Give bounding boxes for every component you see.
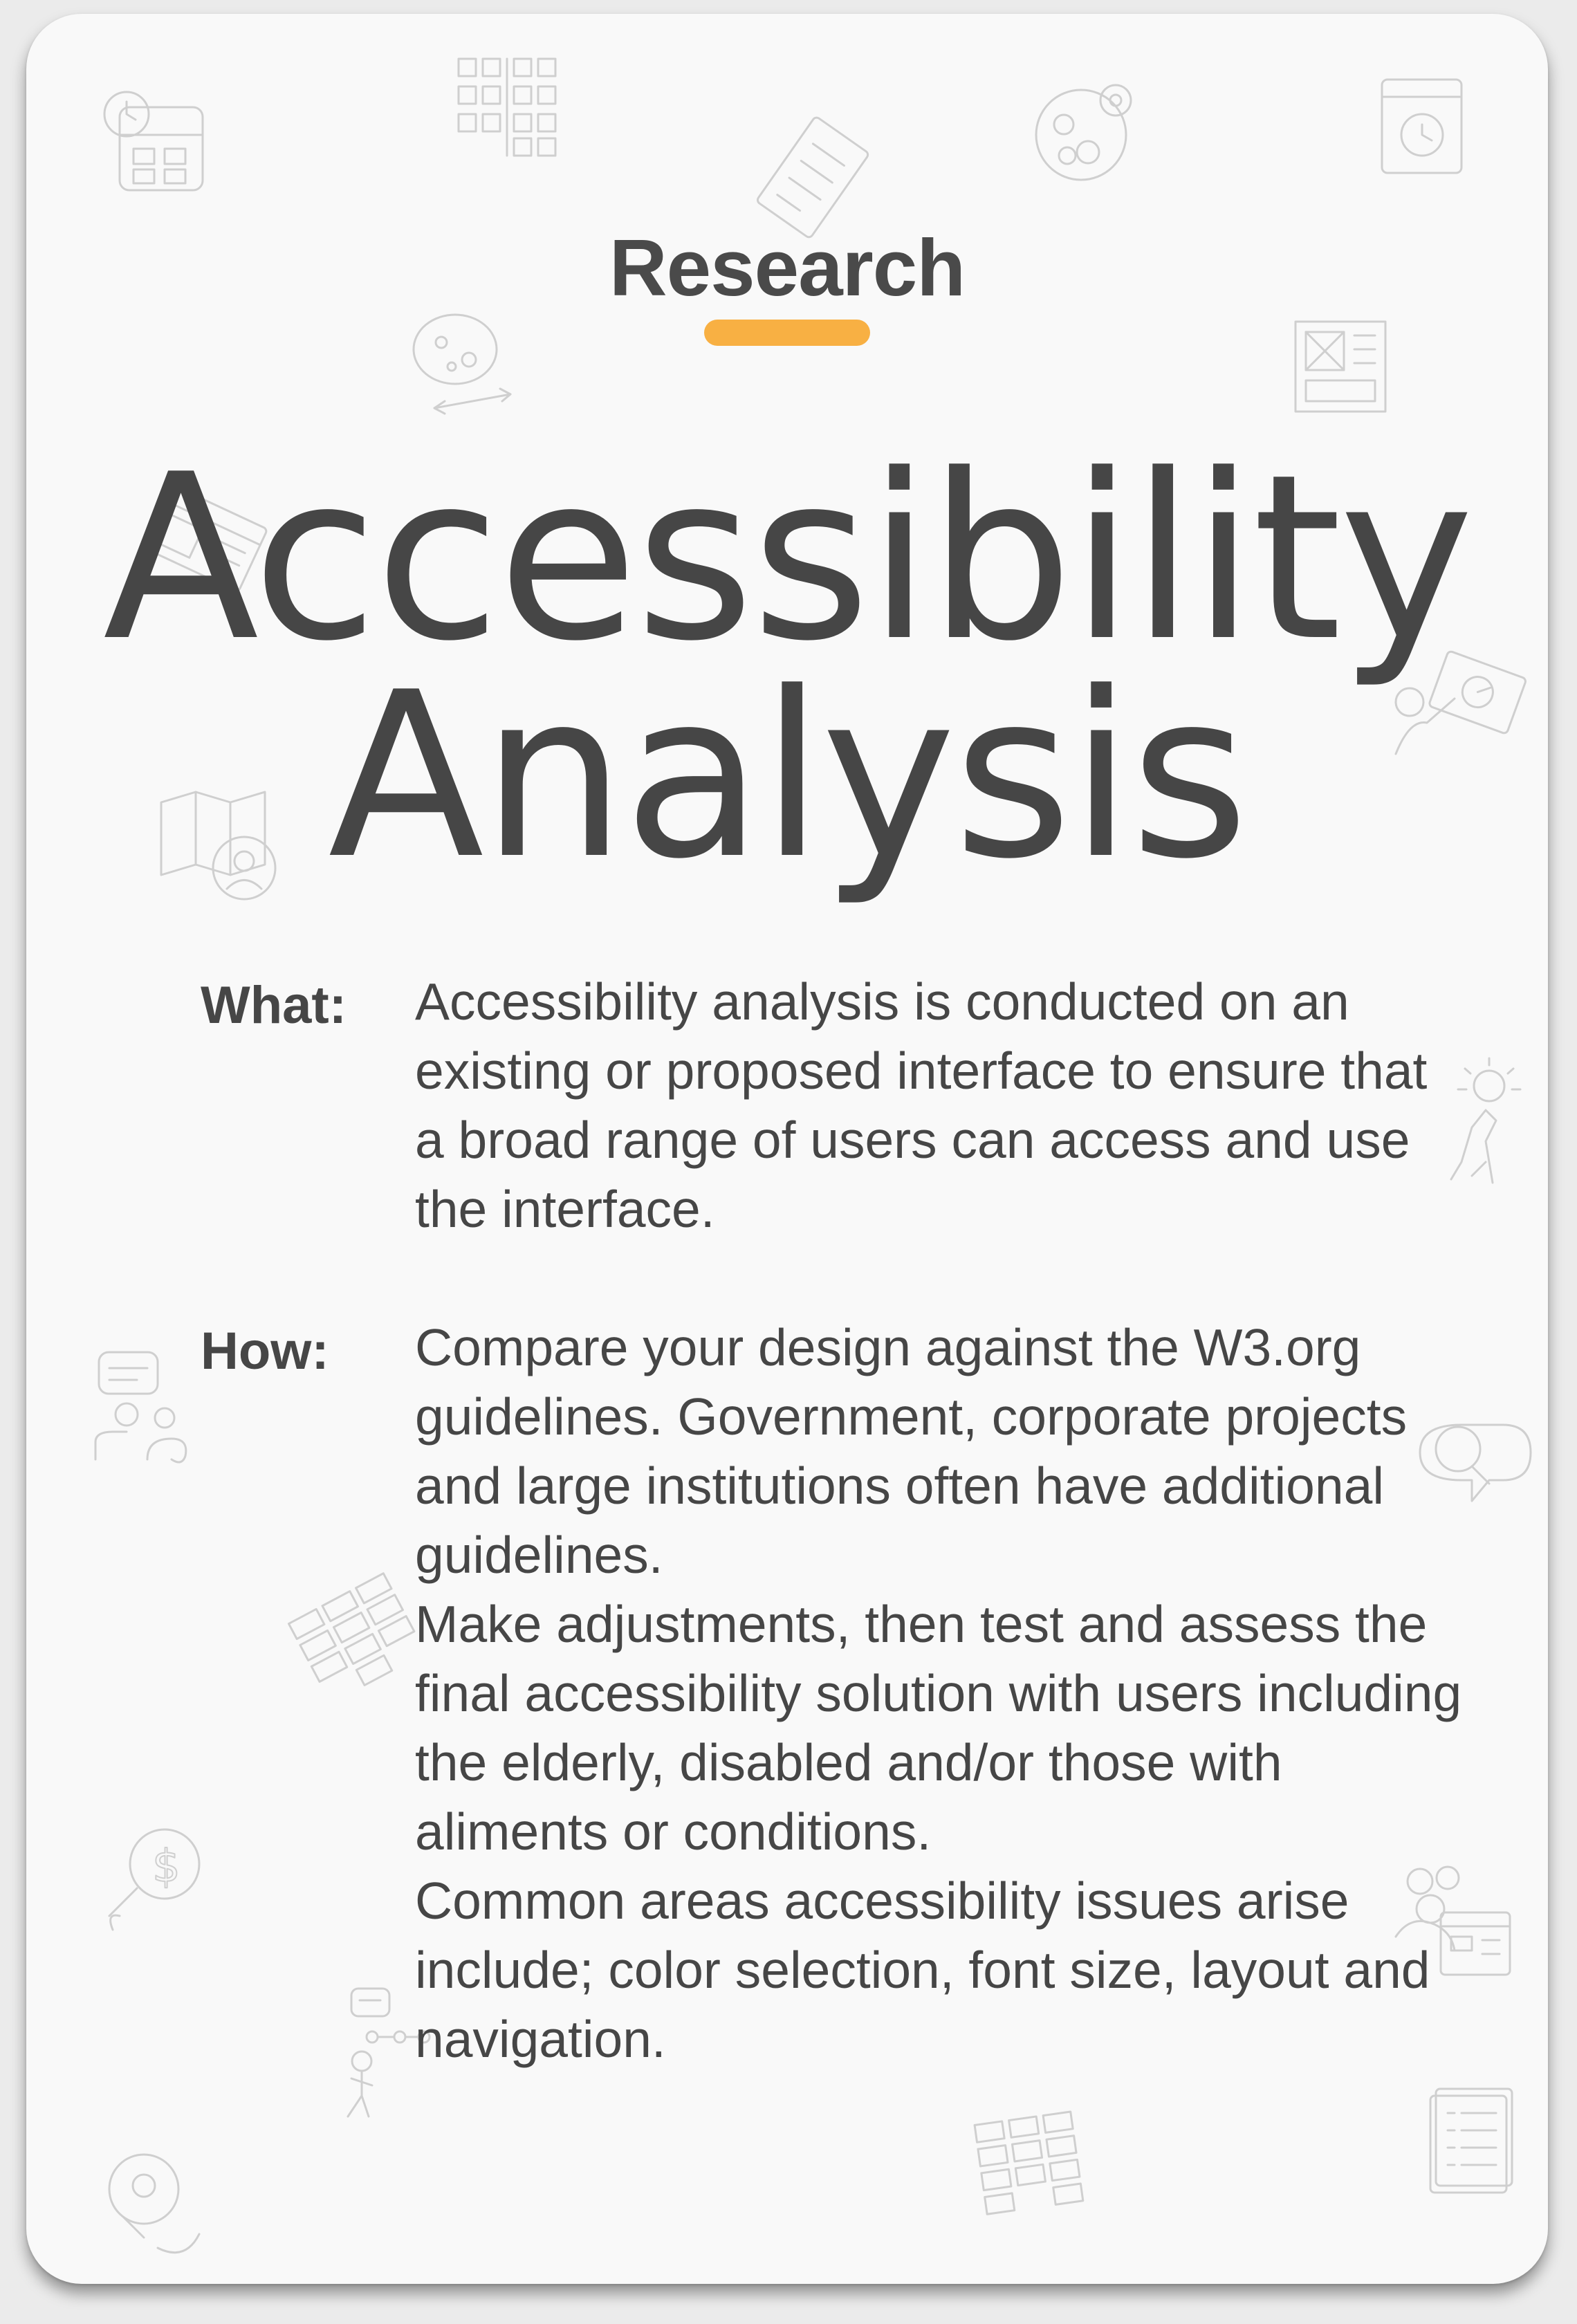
how-label: How: [201, 1322, 329, 1381]
document-list-icon [1429, 2087, 1513, 2194]
wireframe-icon [1294, 320, 1387, 413]
dollar-pin-icon: $ [108, 1828, 201, 1931]
svg-text:$: $ [152, 1841, 181, 1892]
grid-cards-icon [973, 2110, 1085, 2215]
how-paragraph: Make adjustments, then test and assess t… [415, 1595, 1462, 1861]
category-underline [704, 320, 870, 346]
title-line-1: Accessibility [102, 425, 1475, 691]
how-paragraph: Common areas accessibility issues arise … [415, 1872, 1430, 2068]
card-title: Accessibility Analysis [26, 425, 1548, 909]
history-document-icon [1381, 78, 1463, 174]
location-path-icon [108, 2153, 201, 2254]
grid-icon [457, 57, 557, 157]
what-description: Accessibility analysis is conducted on a… [415, 972, 1428, 1238]
category-label: Research [609, 223, 966, 313]
what-label: What: [201, 976, 347, 1035]
map-pins-icon [1035, 84, 1132, 181]
how-paragraph: Compare your design against the W3.org g… [415, 1318, 1408, 1584]
map-route-icon [412, 313, 512, 415]
method-card: $ Research Accessibility Analysis What: … [26, 14, 1548, 2284]
how-description: Compare your design against the W3.org g… [415, 1313, 1466, 2074]
calendar-clock-icon [103, 91, 204, 192]
user-chat-icon [94, 1351, 187, 1464]
title-line-2: Analysis [328, 643, 1249, 909]
